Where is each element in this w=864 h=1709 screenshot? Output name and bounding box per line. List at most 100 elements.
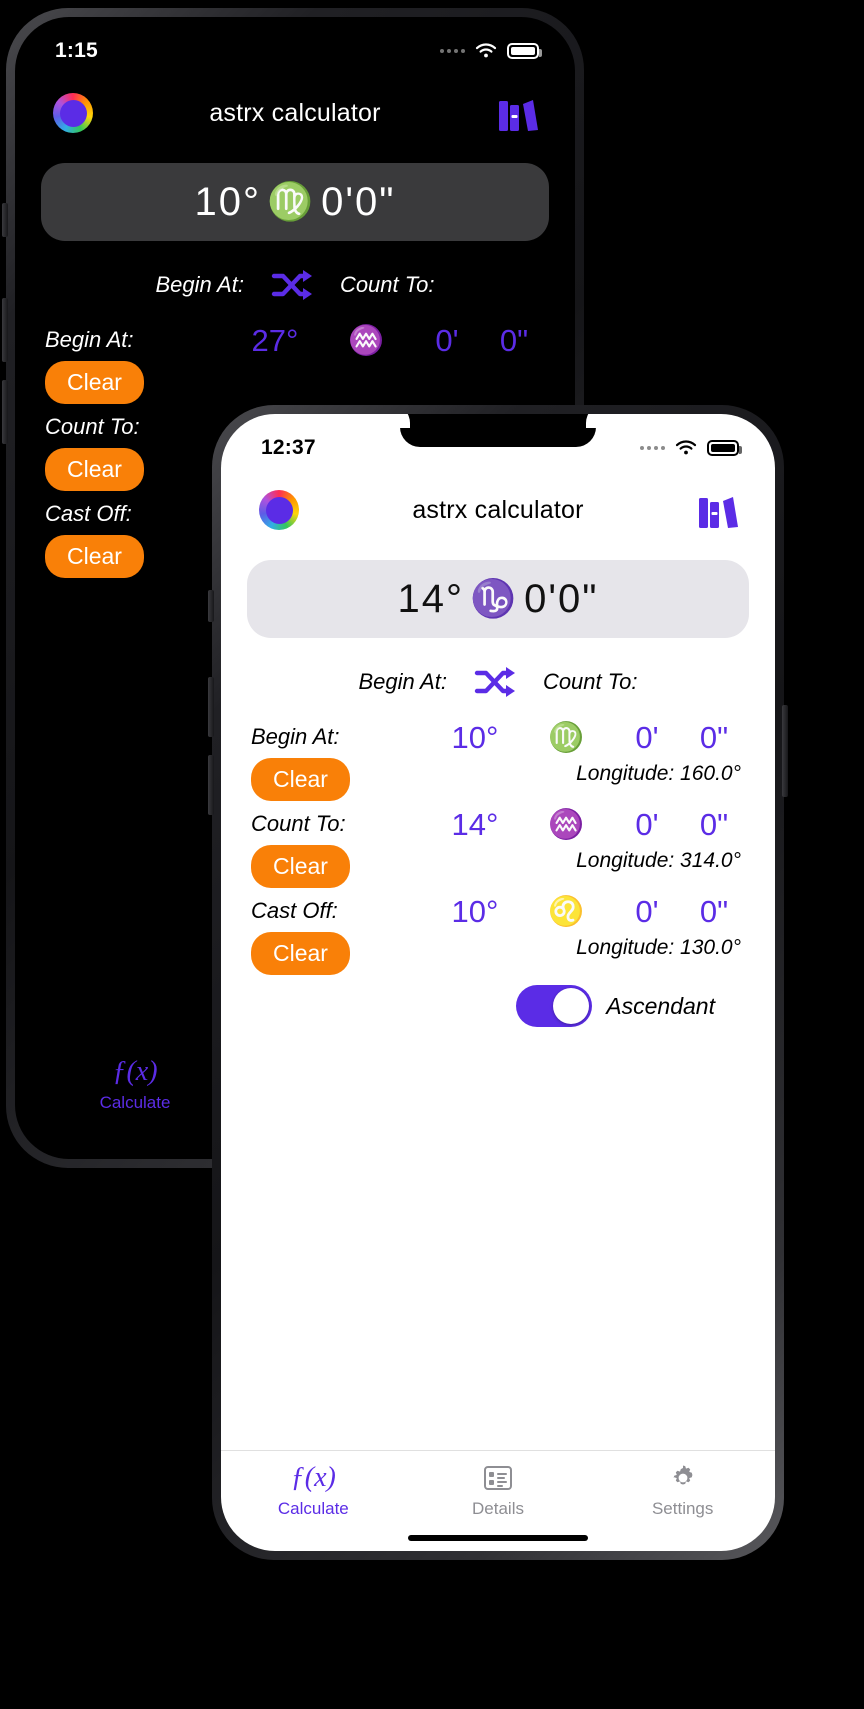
front-tab-bar: ƒ(x) Calculate Details Settings xyxy=(221,1450,775,1525)
row-label: Count To: xyxy=(45,414,140,439)
row-degrees[interactable]: 27° xyxy=(229,323,321,359)
clear-button[interactable]: Clear xyxy=(45,535,144,578)
result-sign-glyph: ♑ xyxy=(470,577,519,619)
status-time: 1:15 xyxy=(55,39,98,62)
row-longitude: Longitude: 314.0° xyxy=(576,849,741,872)
page-title: astrx calculator xyxy=(209,98,381,127)
back-phone-silent-switch[interactable] xyxy=(2,203,8,237)
function-icon: ƒ(x) xyxy=(112,1055,157,1089)
color-wheel-icon[interactable] xyxy=(53,93,93,133)
details-list-icon xyxy=(483,1461,513,1495)
front-phone-power-button[interactable] xyxy=(782,705,788,797)
back-status-bar: 1:15 xyxy=(15,17,575,71)
row-minutes[interactable]: 0' xyxy=(411,323,483,359)
shuffle-swap-icon[interactable] xyxy=(270,265,314,305)
tab-details[interactable]: Details xyxy=(406,1461,591,1519)
result-seconds: 0" xyxy=(558,576,599,621)
ascendant-toggle[interactable] xyxy=(516,985,593,1027)
result-minutes: 0' xyxy=(524,576,558,621)
result-seconds: 0" xyxy=(355,179,396,224)
books-icon[interactable] xyxy=(497,93,539,133)
row-seconds[interactable]: 0" xyxy=(683,720,745,756)
battery-icon xyxy=(507,43,542,59)
signal-dots-icon xyxy=(640,446,665,450)
row-minutes[interactable]: 0' xyxy=(611,894,683,930)
row-degrees[interactable]: 14° xyxy=(429,807,521,843)
swap-left-label: Begin At: xyxy=(358,669,447,694)
front-app-header: astrx calculator xyxy=(221,468,775,534)
tab-settings[interactable]: Settings xyxy=(590,1461,775,1519)
row-sign-glyph[interactable]: ♒ xyxy=(521,808,611,842)
row-label: Count To: xyxy=(251,811,346,836)
row-seconds[interactable]: 0" xyxy=(683,894,745,930)
front-phone-volume-down[interactable] xyxy=(208,755,214,815)
clear-button[interactable]: Clear xyxy=(251,932,350,975)
screenshot-stage: 1:15 astrx calculator 10° ♍ 0' 0" Begin … xyxy=(0,0,864,1709)
wifi-icon xyxy=(475,43,497,58)
function-glyph: ƒ(x) xyxy=(112,1056,158,1087)
swap-right-label: Count To: xyxy=(542,669,638,694)
tab-label: Settings xyxy=(651,1499,714,1518)
swap-right-label: Count To: xyxy=(339,272,435,297)
clear-button[interactable]: Clear xyxy=(45,448,144,491)
books-icon[interactable] xyxy=(697,490,739,530)
row-seconds[interactable]: 0" xyxy=(683,807,745,843)
row-degrees[interactable]: 10° xyxy=(429,720,521,756)
notch xyxy=(400,414,596,447)
back-phone-volume-down[interactable] xyxy=(2,380,8,444)
front-result-display: 14° ♑ 0' 0" xyxy=(247,560,749,638)
row-seconds[interactable]: 0" xyxy=(483,323,545,359)
row-sign-glyph[interactable]: ♒ xyxy=(321,324,411,358)
result-sign-glyph: ♍ xyxy=(267,180,316,222)
result-degrees: 10° xyxy=(194,179,262,224)
row-label: Begin At: xyxy=(251,724,340,749)
back-row-begin-at: Begin At: Clear 27° ♒ 0' 0" xyxy=(45,323,545,404)
dynamic-island xyxy=(232,30,358,65)
tab-label: Details xyxy=(472,1499,524,1518)
gear-icon xyxy=(668,1461,698,1495)
row-label: Cast Off: xyxy=(251,898,338,923)
ascendant-label: Ascendant xyxy=(606,992,715,1019)
front-phone-screen: 12:37 astrx calculator 14° ♑ 0' 0" Begin… xyxy=(221,414,775,1551)
color-wheel-icon[interactable] xyxy=(259,490,299,530)
front-row-begin-at: Begin At: Clear 10° ♍ 0' 0" Longitude: 1… xyxy=(251,720,745,801)
row-sign-glyph[interactable]: ♌ xyxy=(521,895,611,929)
clear-button[interactable]: Clear xyxy=(45,361,144,404)
back-app-header: astrx calculator xyxy=(15,71,575,137)
row-dms-value[interactable]: 10° ♍ 0' 0" xyxy=(429,720,745,756)
home-indicator[interactable] xyxy=(221,1525,775,1551)
front-phone-silent-switch[interactable] xyxy=(208,590,214,622)
row-degrees[interactable]: 10° xyxy=(429,894,521,930)
row-longitude: Longitude: 160.0° xyxy=(576,762,741,785)
page-title: astrx calculator xyxy=(412,495,584,524)
front-swap-row: Begin At: Count To: xyxy=(221,662,775,702)
clear-button[interactable]: Clear xyxy=(251,758,350,801)
swap-left-label: Begin At: xyxy=(155,272,244,297)
row-minutes[interactable]: 0' xyxy=(611,720,683,756)
back-result-display: 10° ♍ 0' 0" xyxy=(41,163,549,241)
row-label: Begin At: xyxy=(45,327,134,352)
row-label: Cast Off: xyxy=(45,501,132,526)
tab-calculate[interactable]: ƒ(x) Calculate xyxy=(221,1461,406,1519)
function-glyph: ƒ(x) xyxy=(290,1462,336,1493)
shuffle-swap-icon[interactable] xyxy=(473,662,517,702)
row-dms-value[interactable]: 27° ♒ 0' 0" xyxy=(229,323,545,359)
status-time: 12:37 xyxy=(261,436,316,459)
row-minutes[interactable]: 0' xyxy=(611,807,683,843)
row-longitude: Longitude: 130.0° xyxy=(576,936,741,959)
row-dms-value[interactable]: 14° ♒ 0' 0" xyxy=(429,807,745,843)
front-row-cast-off: Cast Off: Clear 10° ♌ 0' 0" Longitude: 1… xyxy=(251,894,745,975)
front-phone-volume-up[interactable] xyxy=(208,677,214,737)
battery-icon xyxy=(707,440,742,456)
row-dms-value[interactable]: 10° ♌ 0' 0" xyxy=(429,894,745,930)
row-sign-glyph[interactable]: ♍ xyxy=(521,721,611,755)
tab-calculate[interactable]: ƒ(x) Calculate xyxy=(65,1055,205,1113)
back-phone-volume-up[interactable] xyxy=(2,298,8,362)
clear-button[interactable]: Clear xyxy=(251,845,350,888)
back-swap-row: Begin At: Count To: xyxy=(15,265,575,305)
function-icon: ƒ(x) xyxy=(291,1461,336,1495)
front-phone-device: 12:37 astrx calculator 14° ♑ 0' 0" Begin… xyxy=(208,405,788,1560)
tab-label: Calculate xyxy=(277,1499,349,1518)
signal-dots-icon xyxy=(440,49,465,53)
wifi-icon xyxy=(675,440,697,455)
